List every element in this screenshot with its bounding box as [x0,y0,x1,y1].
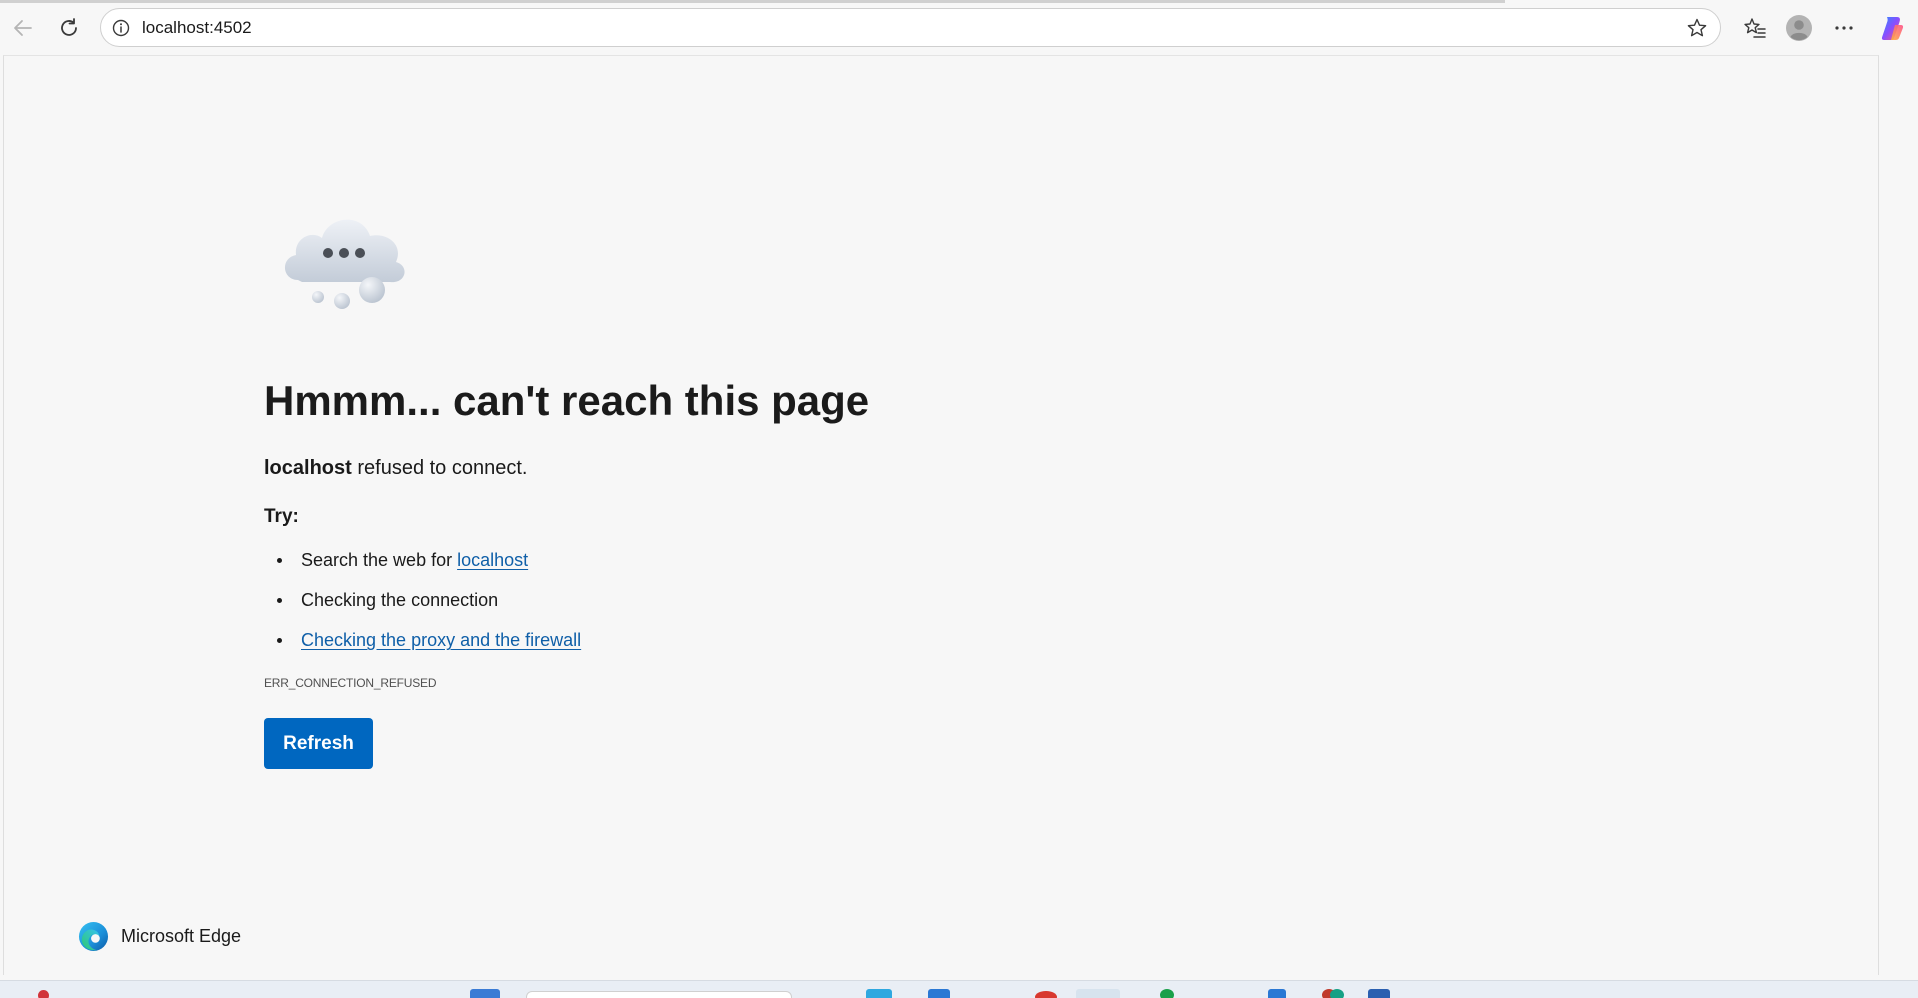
info-icon[interactable] [111,18,131,38]
error-code: ERR_CONNECTION_REFUSED [264,676,437,690]
favorites-icon [1744,18,1766,38]
suggestion-connection: Checking the connection [264,586,581,626]
error-message: localhost refused to connect. [264,456,527,480]
favorites-button[interactable] [1738,11,1772,45]
copilot-icon [1881,17,1904,40]
suggestion-list: Search the web for localhost Checking th… [264,546,581,666]
bullet [277,638,282,643]
suggestion-proxy: Checking the proxy and the firewall [264,626,581,666]
address-bar[interactable]: localhost:4502 [100,8,1721,47]
refresh-button[interactable]: Refresh [264,718,373,769]
bullet [277,598,282,603]
search-suggestion-text: Search the web for [301,550,458,570]
edge-logo-icon [78,921,109,951]
loading-progress-bar [0,0,1505,3]
url-text[interactable]: localhost:4502 [142,18,252,38]
profile-icon [1786,15,1812,41]
connection-suggestion-text: Checking the connection [301,590,499,610]
profile-button[interactable] [1782,11,1816,45]
windows-taskbar [0,980,1918,998]
refresh-icon [61,18,77,36]
edge-brand-name: Microsoft Edge [121,925,242,946]
more-icon [1835,26,1853,30]
edge-branding: Microsoft Edge [78,920,241,952]
search-localhost-link[interactable]: localhost [457,550,528,570]
browser-toolbar: localhost:4502 [0,0,1918,55]
cloud-error-illustration [284,219,405,309]
suggestion-search: Search the web for localhost [264,546,581,586]
bullet [277,558,282,563]
try-label: Try: [264,506,299,527]
error-host: localhost [264,457,352,479]
error-message-text: refused to connect. [351,457,528,479]
page-title: Hmmm... can't reach this page [264,377,870,424]
back-icon [14,20,32,36]
reload-button[interactable] [52,11,86,45]
back-button[interactable] [6,11,40,45]
star-icon[interactable] [1686,17,1708,39]
copilot-button[interactable] [1875,11,1909,45]
proxy-firewall-link[interactable]: Checking the proxy and the firewall [301,630,581,650]
more-button[interactable] [1827,11,1861,45]
